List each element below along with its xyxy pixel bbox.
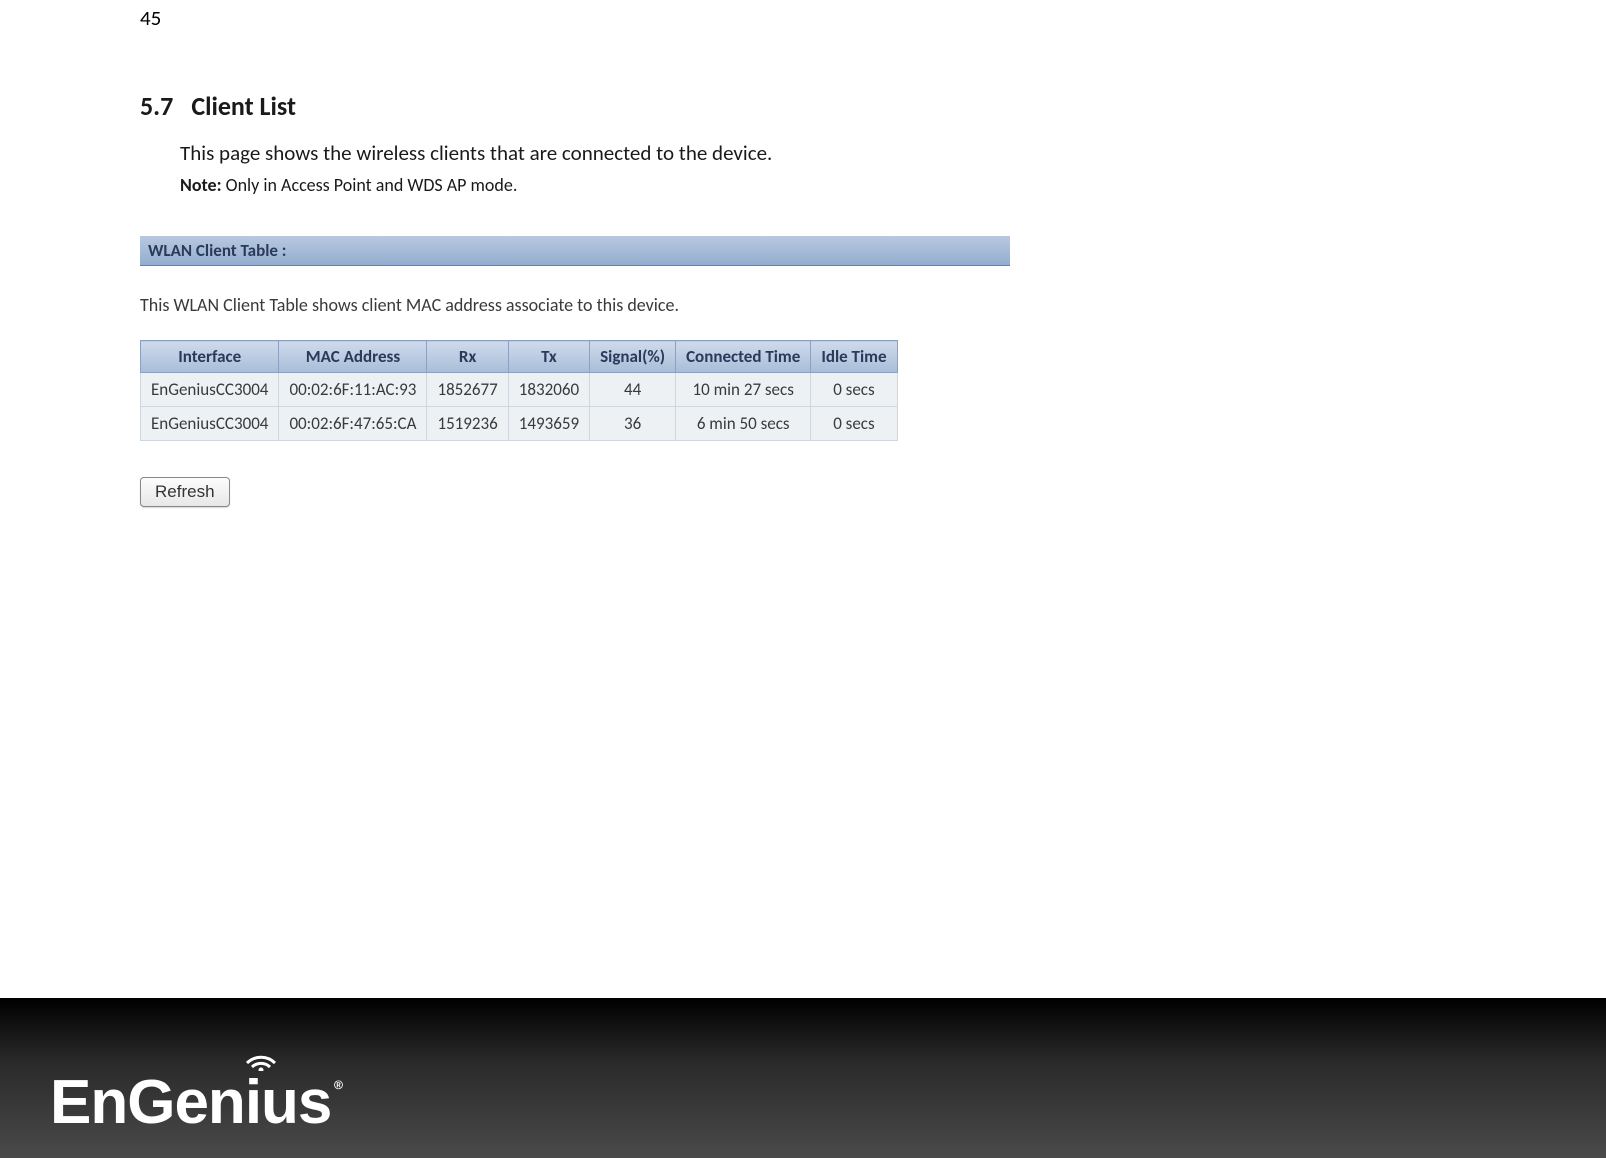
cell-tx: 1493659 (508, 407, 589, 441)
note-text: Only in Access Point and WDS AP mode. (222, 174, 518, 196)
note-label: Note: (180, 174, 222, 196)
cell-idle: 0 secs (811, 407, 897, 441)
cell-rx: 1852677 (427, 373, 508, 407)
cell-interface: EnGeniusCC3004 (141, 407, 279, 441)
col-mac: MAC Address (279, 341, 427, 373)
table-header-row: Interface MAC Address Rx Tx Signal(%) Co… (141, 341, 898, 373)
cell-interface: EnGeniusCC3004 (141, 373, 279, 407)
col-tx: Tx (508, 341, 589, 373)
section-title: Client List (191, 90, 296, 122)
cell-tx: 1832060 (508, 373, 589, 407)
col-signal: Signal(%) (590, 341, 676, 373)
table-row: EnGeniusCC3004 00:02:6F:11:AC:93 1852677… (141, 373, 898, 407)
panel-description: This WLAN Client Table shows client MAC … (140, 294, 1140, 316)
table-row: EnGeniusCC3004 00:02:6F:47:65:CA 1519236… (141, 407, 898, 441)
logo-text: EnGen ius (50, 1068, 331, 1137)
logo-wrapper: EnGen ius® (50, 1067, 346, 1138)
refresh-button[interactable]: Refresh (140, 477, 230, 507)
panel-title-bar: WLAN Client Table : (140, 236, 1010, 266)
brand-logo: EnGen ius® (50, 1067, 346, 1138)
main-content: 5.7 Client List This page shows the wirel… (140, 90, 1140, 507)
cell-signal: 36 (590, 407, 676, 441)
cell-mac: 00:02:6F:47:65:CA (279, 407, 427, 441)
section-note: Note: Only in Access Point and WDS AP mo… (180, 174, 1140, 196)
cell-signal: 44 (590, 373, 676, 407)
cell-mac: 00:02:6F:11:AC:93 (279, 373, 427, 407)
section-description: This page shows the wireless clients tha… (180, 140, 1140, 166)
cell-rx: 1519236 (427, 407, 508, 441)
col-idle: Idle Time (811, 341, 897, 373)
section-heading: 5.7 Client List (140, 90, 1140, 122)
col-rx: Rx (427, 341, 508, 373)
cell-connected: 6 min 50 secs (676, 407, 811, 441)
registered-mark: ® (333, 1073, 347, 1108)
page-number: 45 (140, 5, 161, 31)
section-number: 5.7 (140, 90, 173, 122)
wifi-icon (243, 1043, 279, 1071)
footer-bar: EnGen ius® (0, 998, 1606, 1158)
cell-connected: 10 min 27 secs (676, 373, 811, 407)
col-connected: Connected Time (676, 341, 811, 373)
col-interface: Interface (141, 341, 279, 373)
client-table: Interface MAC Address Rx Tx Signal(%) Co… (140, 340, 898, 441)
cell-idle: 0 secs (811, 373, 897, 407)
